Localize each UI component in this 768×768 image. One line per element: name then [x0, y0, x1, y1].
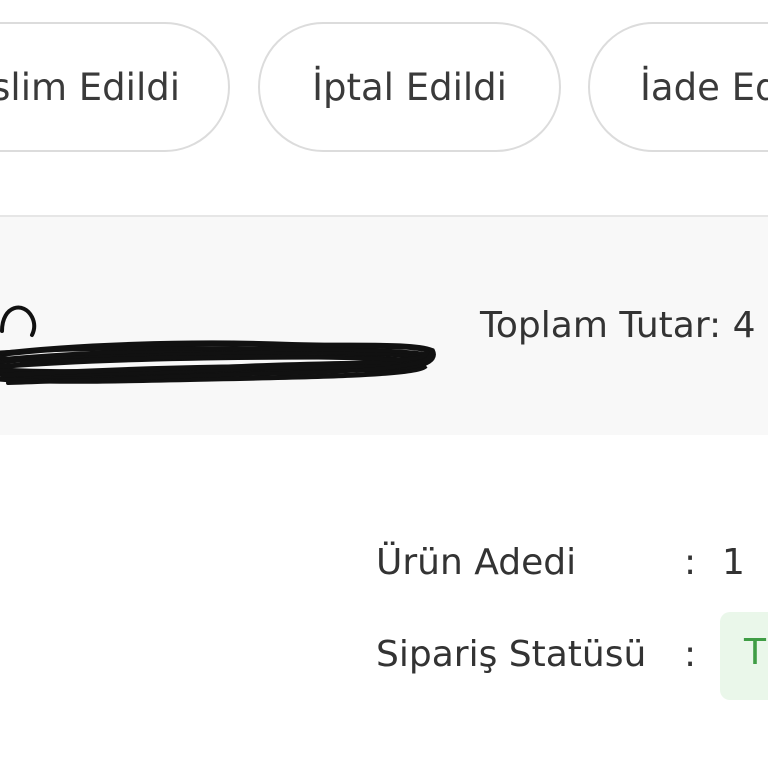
filter-chip-delivered[interactable]: Teslim Edildi: [0, 22, 230, 152]
filter-chip-returned[interactable]: İade Edildi: [588, 22, 768, 152]
filter-chip-returned-label: İade Edildi: [640, 65, 768, 109]
filter-chip-cancelled[interactable]: İptal Edildi: [258, 22, 561, 152]
product-quantity-colon: :: [684, 542, 697, 583]
order-status-row: Sipariş Statüsü : T: [376, 612, 768, 700]
filter-chip-delivered-label: Teslim Edildi: [0, 65, 180, 109]
product-quantity-value: 1: [722, 542, 745, 583]
status-badge: T: [720, 612, 768, 700]
order-header: Toplam Tutar: 4: [0, 215, 768, 435]
redaction-scribble: [0, 305, 436, 385]
order-list-page: Teslim Edildi İptal Edildi İade Edildi T…: [0, 0, 768, 768]
product-quantity-row: Ürün Adedi : 1: [376, 534, 768, 594]
order-status-colon: :: [684, 634, 697, 675]
order-status-label: Sipariş Statüsü: [376, 634, 647, 675]
filter-chip-cancelled-label: İptal Edildi: [312, 65, 507, 109]
order-total-label: Toplam Tutar: 4: [480, 305, 756, 346]
product-quantity-label: Ürün Adedi: [376, 542, 577, 583]
